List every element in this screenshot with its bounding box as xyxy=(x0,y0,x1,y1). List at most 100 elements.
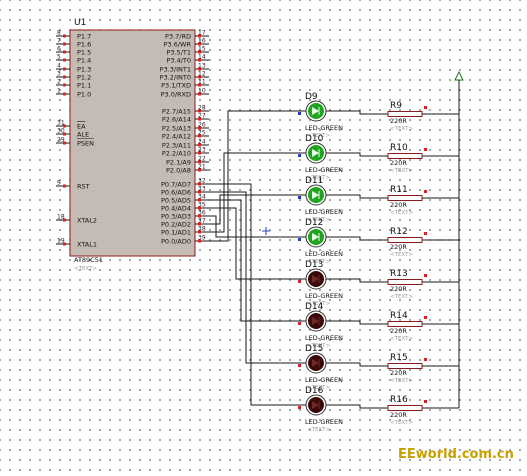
resistor-value-label: 220R xyxy=(390,285,407,293)
led-d13[interactable]: D13LED-GREEN<TEXT> xyxy=(298,260,343,307)
led-d11[interactable]: D11LED-GREEN<TEXT> xyxy=(298,176,343,223)
led-text-placeholder: <TEXT> xyxy=(307,427,330,433)
led-d12[interactable]: D12LED-GREEN<TEXT> xyxy=(298,218,343,265)
pin-name: P3.6/WR xyxy=(164,41,192,49)
pin-name: P0.2/AD2 xyxy=(161,221,191,229)
resistor-text-placeholder: <TEXT> xyxy=(390,294,413,300)
resistor-text-placeholder: <TEXT> xyxy=(390,378,413,384)
resistor-r9[interactable]: R9 220R<TEXT> xyxy=(387,101,427,132)
pin-number: 37 xyxy=(198,218,206,225)
pin-dot xyxy=(424,274,427,277)
pin-number: 1 xyxy=(57,88,61,95)
pin-number: 25 xyxy=(198,130,206,137)
pin-dot xyxy=(298,406,301,409)
pin-dot xyxy=(298,280,301,283)
pin-number: 34 xyxy=(198,194,206,201)
pin-number: 19 xyxy=(57,238,65,245)
resistor-r12[interactable]: R12 220R<TEXT> xyxy=(387,227,427,258)
resistor-r14[interactable]: R14 220R<TEXT> xyxy=(387,311,427,342)
pin-number: 30 xyxy=(57,128,65,135)
pin-dot xyxy=(63,58,66,62)
led-part-label: LED-GREEN xyxy=(305,334,343,342)
led-d9[interactable]: D9LED-GREEN<TEXT> xyxy=(298,92,343,139)
resistor-text-placeholder: <TEXT> xyxy=(390,336,413,342)
resistor-r15[interactable]: R15 220R<TEXT> xyxy=(387,353,427,384)
led-part-label: LED-GREEN xyxy=(305,208,343,216)
pin-name: P1.6 xyxy=(77,41,91,49)
led-d14[interactable]: D14LED-GREEN<TEXT> xyxy=(298,302,343,349)
pin-name: P2.7/A15 xyxy=(162,108,191,116)
pin-number: 9 xyxy=(57,180,61,187)
pin-name: P1.7 xyxy=(77,33,91,41)
net-led-res-13 xyxy=(332,278,388,283)
schematic-canvas[interactable]: U1 AT89C51 <TEXT> 8 P1.7 7 P1.6 6 P1.5 5 P1.4 4 P1.3… xyxy=(0,0,527,476)
pin-number: 21 xyxy=(198,164,206,171)
resistor-value-label: 220R xyxy=(390,117,407,125)
pin-dot xyxy=(424,316,427,319)
pin-number: 26 xyxy=(198,122,206,129)
pin-dot xyxy=(298,196,301,199)
resistor-value-label: 220R xyxy=(390,411,407,419)
resistor-r13[interactable]: R13 220R<TEXT> xyxy=(387,269,427,300)
resistor-text-placeholder: <TEXT> xyxy=(390,168,413,174)
led-ref-label: D11 xyxy=(305,176,323,186)
pin-number: 35 xyxy=(198,202,206,209)
resistor-text-placeholder: <TEXT> xyxy=(390,252,413,258)
pin-dot xyxy=(63,83,66,87)
net-led-14 xyxy=(209,199,300,322)
net-led-res-15 xyxy=(332,362,388,367)
pin-dot xyxy=(424,190,427,193)
led-ref-label: D10 xyxy=(305,134,324,144)
pin-number: 10 xyxy=(198,88,206,95)
pin-name: P3.1/TXD xyxy=(161,82,191,90)
pin-number: 22 xyxy=(198,156,206,163)
net-led-9 xyxy=(209,110,300,242)
resistor-ref-label: R9 xyxy=(390,101,402,111)
pin-name: XTAL1 xyxy=(77,241,97,249)
pin-name: P2.1/A9 xyxy=(166,159,191,167)
resistor-ref-label: R14 xyxy=(390,311,408,321)
resistor-column: R9220R<TEXT>R10220R<TEXT>R11220R<TEXT>R1… xyxy=(387,101,427,426)
net-led-16 xyxy=(209,183,300,406)
pin-number: 32 xyxy=(198,178,206,185)
led-part-label: LED-GREEN xyxy=(305,418,343,426)
led-d10[interactable]: D10LED-GREEN<TEXT> xyxy=(298,134,343,181)
resistor-ref-label: R15 xyxy=(390,353,408,363)
resistor-value-label: 220R xyxy=(390,159,407,167)
net-led-res-10 xyxy=(332,152,388,157)
led-ref-label: D15 xyxy=(305,344,323,354)
pin-number: 11 xyxy=(198,79,206,86)
pin-name: P2.2/A10 xyxy=(162,150,191,158)
pin-number: 3 xyxy=(57,71,61,78)
net-led-12 xyxy=(209,215,300,238)
schematic[interactable]: U1 AT89C51 <TEXT> 8 P1.7 7 P1.6 6 P1.5 5 P1.4 4 P1.3… xyxy=(0,0,527,476)
wires xyxy=(209,90,460,409)
led-d15[interactable]: D15LED-GREEN<TEXT> xyxy=(298,344,343,391)
led-d16[interactable]: D16 LED-GREEN<TEXT> xyxy=(298,386,343,433)
led-part-label: LED-GREEN xyxy=(305,250,343,258)
pin-dot xyxy=(424,106,427,109)
pin-name: P3.4/T0 xyxy=(166,57,191,65)
pin-dot xyxy=(424,232,427,235)
pin-number: 12 xyxy=(198,71,206,78)
net-led-res-14 xyxy=(332,320,388,325)
resistor-r16[interactable]: R16 220R<TEXT> xyxy=(387,395,427,426)
led-ref-label: D9 xyxy=(305,92,318,102)
pin-number: 4 xyxy=(57,63,61,70)
pin-number: 24 xyxy=(198,139,206,146)
pin-name: P1.2 xyxy=(77,74,91,82)
pin-number: 8 xyxy=(57,30,61,37)
pin-number: 6 xyxy=(57,46,61,53)
pin-name: P3.7/RD xyxy=(165,33,191,41)
net-led-res-9 xyxy=(332,110,388,115)
net-led-11 xyxy=(209,194,300,225)
resistor-ref-label: R10 xyxy=(390,143,408,153)
pin-name: P0.0/AD0 xyxy=(161,238,191,246)
resistor-r11[interactable]: R11 220R<TEXT> xyxy=(387,185,427,216)
power-terminal-icon[interactable] xyxy=(454,70,464,90)
pin-number: 36 xyxy=(198,210,206,217)
pin-name: P1.4 xyxy=(77,57,91,65)
pin-number: 27 xyxy=(198,113,206,120)
probe-marker-icon xyxy=(262,227,270,235)
resistor-r10[interactable]: R10 220R<TEXT> xyxy=(387,143,427,174)
